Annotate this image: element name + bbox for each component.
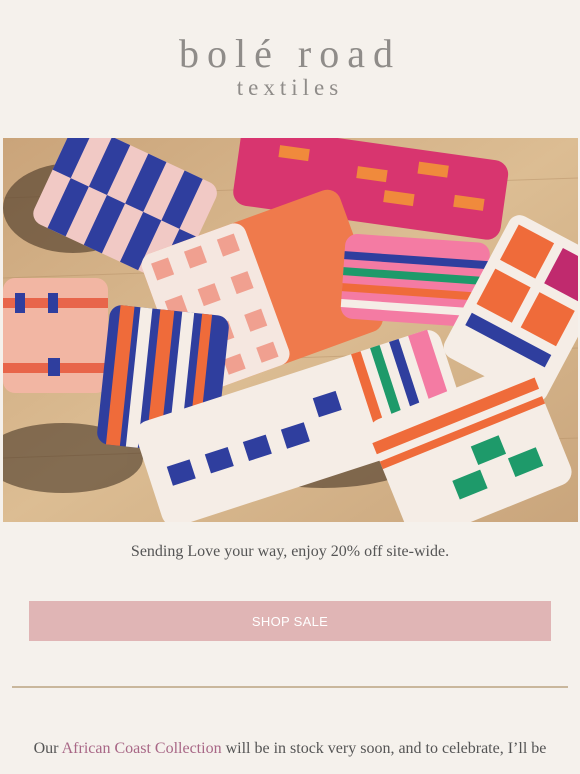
promo-message: Sending Love your way, enjoy 20% off sit… <box>130 543 450 560</box>
brand-logo[interactable]: bolé road <box>0 30 580 78</box>
body-text-suffix: will be in stock very soon, and to celeb… <box>221 740 547 757</box>
section-divider <box>12 686 568 688</box>
african-coast-collection-link[interactable]: African Coast Collection <box>62 740 222 757</box>
shop-sale-button[interactable]: SHOP SALE <box>29 601 551 641</box>
email-header: bolé road textiles <box>0 0 580 138</box>
body-text-prefix: Our <box>33 740 62 757</box>
body-paragraph: Our African Coast Collection will be in … <box>0 740 580 758</box>
pillows-hero-image[interactable] <box>3 138 578 522</box>
brand-logo-subtitle: textiles <box>236 75 344 100</box>
